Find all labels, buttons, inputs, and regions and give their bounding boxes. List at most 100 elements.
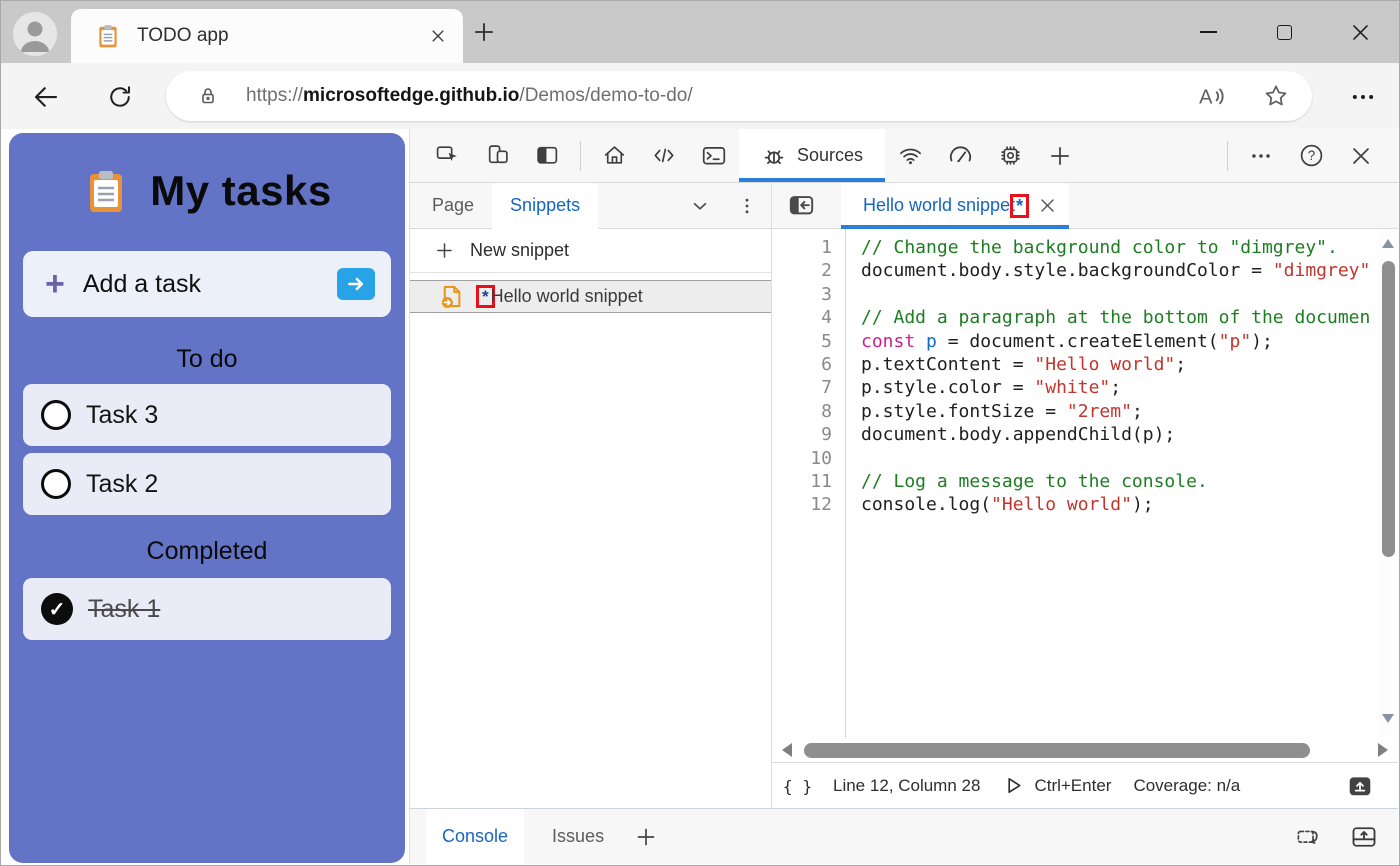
- svg-text:?: ?: [1307, 148, 1315, 163]
- close-devtools-button[interactable]: [1336, 129, 1386, 182]
- hide-navigator-button[interactable]: [786, 192, 817, 219]
- line-number[interactable]: 5: [772, 330, 832, 353]
- customize-devtools-button[interactable]: [1236, 129, 1286, 182]
- url-text: https://microsoftedge.github.io/Demos/de…: [246, 85, 693, 107]
- maximize-button[interactable]: [1259, 1, 1309, 63]
- scroll-left-arrow[interactable]: [782, 743, 792, 757]
- horizontal-scrollbar-thumb[interactable]: [804, 743, 1310, 758]
- favorites-star-icon[interactable]: [1262, 82, 1290, 110]
- chevron-down-icon: [689, 195, 711, 217]
- tab-issues[interactable]: Issues: [548, 826, 608, 847]
- profile-avatar[interactable]: [13, 12, 57, 56]
- editor-tab-close-button[interactable]: [1038, 196, 1057, 215]
- sources-panel: Page Snippets New snippet: [410, 183, 1398, 808]
- new-tab-button[interactable]: [471, 19, 497, 45]
- device-emulation-button[interactable]: [472, 129, 522, 182]
- page-title: My tasks: [150, 167, 331, 215]
- restore-dock-button[interactable]: [1295, 823, 1322, 850]
- format-braces-icon[interactable]: { }: [784, 774, 811, 798]
- section-title-completed: Completed: [9, 537, 405, 566]
- add-task-submit-button[interactable]: [337, 268, 375, 300]
- new-snippet-label: New snippet: [470, 240, 569, 261]
- ellipsis-icon: [1349, 83, 1377, 111]
- vertical-scrollbar[interactable]: [1379, 229, 1398, 738]
- vertical-scrollbar-thumb[interactable]: [1382, 261, 1395, 557]
- run-snippet-button[interactable]: Ctrl+Enter: [1002, 774, 1111, 797]
- task-row[interactable]: Task 2: [23, 453, 391, 515]
- welcome-panel-button[interactable]: [589, 129, 639, 182]
- expand-quick-view-button[interactable]: [1350, 823, 1378, 851]
- line-number[interactable]: 6: [772, 353, 832, 376]
- line-number[interactable]: 8: [772, 400, 832, 423]
- task-checkbox[interactable]: [41, 400, 71, 430]
- code-line[interactable]: document.body.style.backgroundColor = "d…: [861, 259, 1379, 282]
- line-number[interactable]: 11: [772, 470, 832, 493]
- add-task-input[interactable]: + Add a task: [23, 251, 391, 317]
- add-drawer-tab-button[interactable]: [634, 825, 658, 849]
- read-aloud-icon[interactable]: A: [1196, 81, 1226, 111]
- lock-icon[interactable]: [196, 84, 220, 108]
- snippet-list-item[interactable]: * Hello world snippet: [410, 280, 771, 313]
- performance-panel-button[interactable]: [935, 129, 985, 182]
- line-number[interactable]: 1: [772, 236, 832, 259]
- new-snippet-button[interactable]: New snippet: [410, 229, 771, 273]
- browser-menu-button[interactable]: [1349, 83, 1377, 111]
- code-editor[interactable]: 123456789101112 // Change the background…: [772, 229, 1398, 738]
- scroll-down-arrow[interactable]: [1382, 714, 1394, 723]
- code-line[interactable]: [861, 447, 1379, 470]
- code-line[interactable]: document.body.appendChild(p);: [861, 423, 1379, 446]
- toolbar-divider: [1227, 141, 1228, 171]
- editor-tab-hello-world-snippet[interactable]: Hello world snippet *: [841, 183, 1069, 229]
- code-line[interactable]: p.style.color = "white";: [861, 376, 1379, 399]
- tab-close-button[interactable]: [429, 27, 447, 45]
- task-row[interactable]: ✓ Task 1: [23, 578, 391, 640]
- line-number[interactable]: 9: [772, 423, 832, 446]
- line-number[interactable]: 7: [772, 376, 832, 399]
- add-panel-button[interactable]: [1035, 129, 1085, 182]
- refresh-button[interactable]: [103, 80, 137, 114]
- horizontal-scrollbar[interactable]: [772, 738, 1398, 762]
- line-number[interactable]: 12: [772, 493, 832, 516]
- code-line[interactable]: // Log a message to the console.: [861, 470, 1379, 493]
- code-line[interactable]: // Change the background color to "dimgr…: [861, 236, 1379, 259]
- scroll-right-arrow[interactable]: [1378, 743, 1388, 757]
- task-checkbox-checked[interactable]: ✓: [41, 593, 73, 625]
- scroll-up-arrow[interactable]: [1382, 239, 1394, 248]
- task-checkbox[interactable]: [41, 469, 71, 499]
- more-tabs-button[interactable]: [689, 195, 711, 217]
- minimize-button[interactable]: [1183, 1, 1233, 63]
- code-line[interactable]: p.textContent = "Hello world";: [861, 353, 1379, 376]
- address-input[interactable]: https://microsoftedge.github.io/Demos/de…: [166, 71, 1312, 121]
- code-line[interactable]: p.style.fontSize = "2rem";: [861, 400, 1379, 423]
- horizontal-scrollbar-track[interactable]: [800, 743, 1346, 758]
- elements-panel-button[interactable]: [639, 129, 689, 182]
- network-panel-button[interactable]: [885, 129, 935, 182]
- code-lines[interactable]: // Change the background color to "dimgr…: [846, 229, 1379, 738]
- run-play-icon: [1002, 774, 1025, 797]
- code-line[interactable]: // Add a paragraph at the bottom of the …: [861, 306, 1379, 329]
- dirty-asterisk: *: [482, 287, 489, 306]
- code-line[interactable]: console.log("Hello world");: [861, 493, 1379, 516]
- tab-snippets[interactable]: Snippets: [492, 183, 598, 229]
- tab-console[interactable]: Console: [426, 809, 524, 864]
- task-row[interactable]: Task 3: [23, 384, 391, 446]
- code-line[interactable]: const p = document.createElement("p");: [861, 330, 1379, 353]
- browser-tab[interactable]: TODO app: [71, 9, 463, 63]
- help-button[interactable]: ?: [1286, 129, 1336, 182]
- tab-page[interactable]: Page: [428, 195, 478, 216]
- code-line[interactable]: [861, 283, 1379, 306]
- line-number[interactable]: 3: [772, 283, 832, 306]
- focus-mode-button[interactable]: [522, 129, 572, 182]
- pretty-print-toggle-button[interactable]: [1346, 773, 1374, 799]
- inspect-element-button[interactable]: [422, 129, 472, 182]
- line-numbers[interactable]: 123456789101112: [772, 229, 846, 738]
- line-number[interactable]: 10: [772, 447, 832, 470]
- tab-sources[interactable]: Sources: [739, 129, 885, 182]
- console-panel-button[interactable]: [689, 129, 739, 182]
- line-number[interactable]: 2: [772, 259, 832, 282]
- memory-panel-button[interactable]: [985, 129, 1035, 182]
- close-window-button[interactable]: [1335, 1, 1385, 63]
- navigator-menu-button[interactable]: [737, 196, 757, 216]
- back-button[interactable]: [29, 80, 63, 114]
- line-number[interactable]: 4: [772, 306, 832, 329]
